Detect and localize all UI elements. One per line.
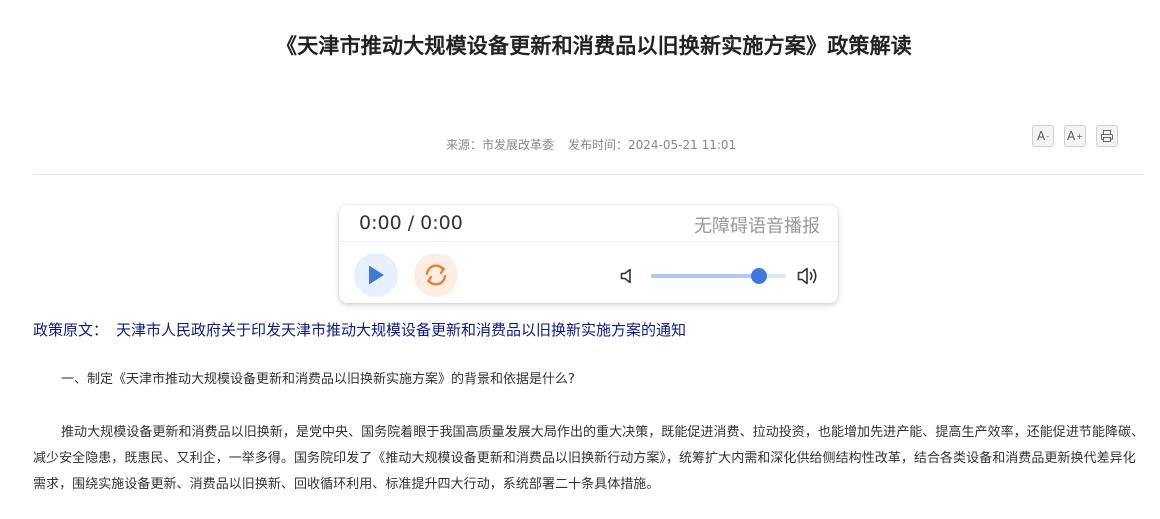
audio-player: 0:00 / 0:00 无障碍语音播报 xyxy=(339,205,838,303)
player-label: 无障碍语音播报 xyxy=(694,216,820,237)
volume-high-icon[interactable] xyxy=(796,265,822,287)
font-decrease-label: A xyxy=(1036,129,1046,143)
article-title: 《天津市推动大规模设备更新和消费品以旧换新实施方案》政策解读 xyxy=(276,34,912,58)
header-divider xyxy=(33,174,1144,175)
question-1: 一、制定《天津市推动大规模设备更新和消费品以旧换新实施方案》的背景和依据是什么? xyxy=(61,372,575,387)
player-time: 0:00 / 0:00 xyxy=(359,212,463,234)
play-button[interactable] xyxy=(354,253,398,297)
play-icon xyxy=(369,265,384,285)
source-label: 来源：市发展改革委 xyxy=(446,138,555,152)
policy-source-link[interactable]: 天津市人民政府关于印发天津市推动大规模设备更新和消费品以旧换新实施方案的通知 xyxy=(116,321,686,339)
policy-source-prefix: 政策原文： xyxy=(33,321,109,339)
player-divider xyxy=(339,241,838,242)
policy-source: 政策原文： 天津市人民政府关于印发天津市推动大规模设备更新和消费品以旧换新实施方案… xyxy=(33,319,686,340)
font-increase-label: A xyxy=(1067,129,1076,143)
volume-low-icon[interactable] xyxy=(619,267,637,285)
paragraph-1: 推动大规模设备更新和消费品以旧换新，是党中央、国务院着眼于我国高质量发展大局作出… xyxy=(33,425,1145,492)
font-decrease-button[interactable]: A- xyxy=(1032,125,1054,147)
font-increase-mark: + xyxy=(1076,131,1083,141)
publish-time: 发布时间：2024-05-21 11:01 xyxy=(568,138,737,152)
volume-slider-fill xyxy=(651,274,759,278)
loop-icon xyxy=(425,264,447,286)
printer-icon xyxy=(1101,130,1113,142)
loop-button[interactable] xyxy=(414,253,458,297)
article-tools: A- A + xyxy=(1032,125,1118,147)
print-button[interactable] xyxy=(1096,125,1118,147)
article-meta: 来源：市发展改革委 发布时间：2024-05-21 11:01 xyxy=(446,136,736,153)
volume-slider[interactable] xyxy=(651,268,786,284)
volume-slider-thumb[interactable] xyxy=(751,268,767,284)
font-decrease-mark: - xyxy=(1046,131,1050,141)
font-increase-button[interactable]: A + xyxy=(1064,125,1086,147)
